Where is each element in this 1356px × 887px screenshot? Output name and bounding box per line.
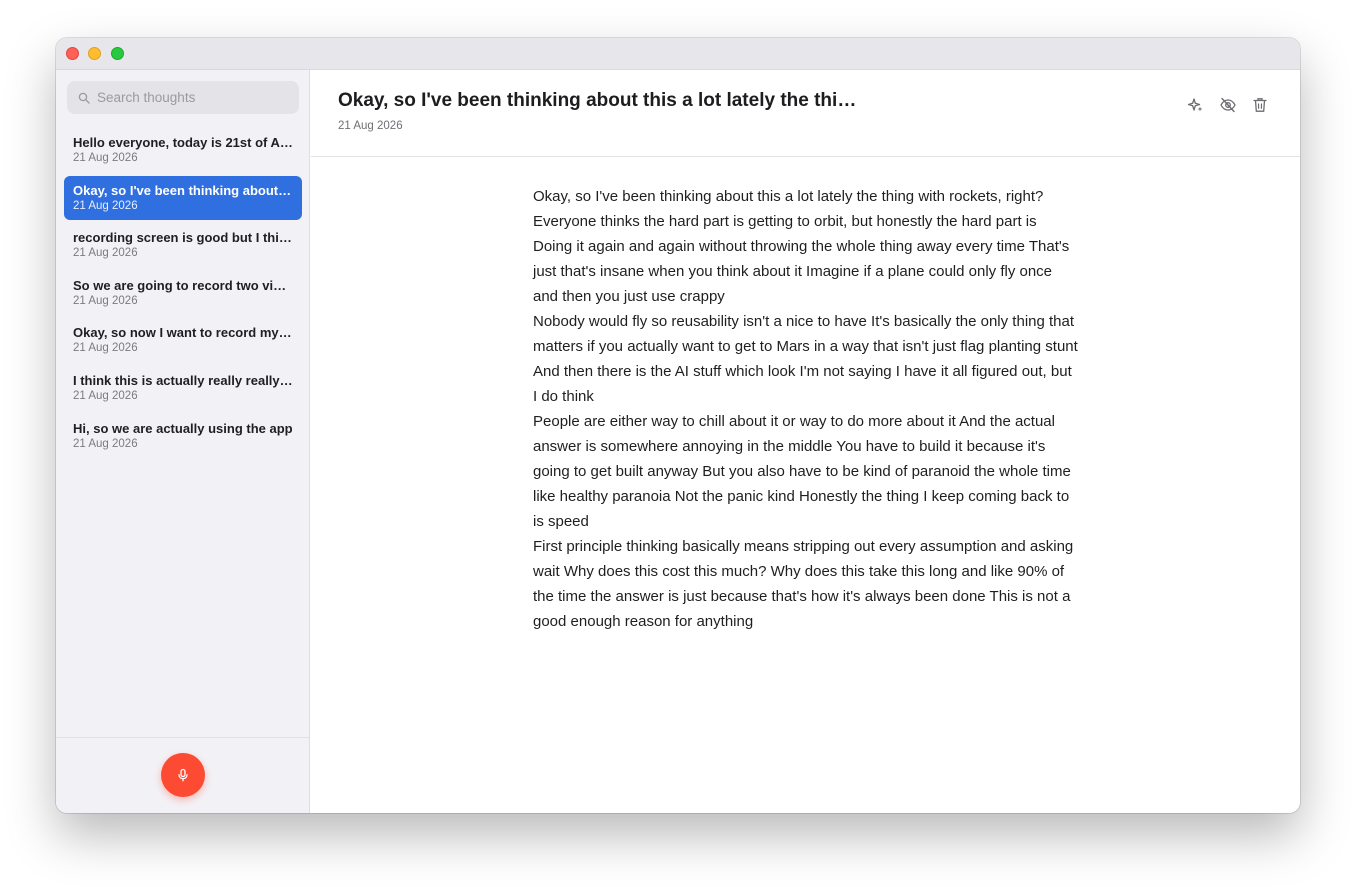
note-date: 21 Aug 2026 xyxy=(338,120,403,132)
eye-slash-icon[interactable] xyxy=(1219,96,1237,114)
sparkles-icon[interactable] xyxy=(1187,96,1205,114)
note-list-item[interactable]: So we are going to record two videos 21 A… xyxy=(64,271,302,315)
note-item-title: I think this is actually really really c… xyxy=(73,372,293,388)
search-box xyxy=(67,81,299,114)
maximize-window-button[interactable] xyxy=(111,47,124,60)
note-list-item[interactable]: I think this is actually really really c… xyxy=(64,366,302,410)
notes-list: Hello everyone, today is 21st of August 2… xyxy=(64,128,302,461)
note-item-date: 21 Aug 2026 xyxy=(73,152,138,164)
note-paragraph: Nobody would fly so reusability isn't a … xyxy=(533,313,1078,405)
minimize-window-button[interactable] xyxy=(88,47,101,60)
note-title: Okay, so I've been thinking about this a… xyxy=(338,90,858,111)
note-item-date: 21 Aug 2026 xyxy=(73,294,138,307)
app-window: Hello everyone, today is 21st of August 2… xyxy=(56,38,1300,813)
note-paragraph: Okay, so I've been thinking about this a… xyxy=(533,188,1070,305)
note-list-item[interactable]: recording screen is good but I think 21 A… xyxy=(64,223,302,267)
note-detail: Okay, so I've been thinking about this a… xyxy=(311,70,1300,813)
sidebar-footer xyxy=(56,737,309,813)
note-list-item[interactable]: Hi, so we are actually using the app 21 A… xyxy=(64,414,302,458)
note-item-title: Hi, so we are actually using the app xyxy=(73,420,293,436)
note-list-item[interactable]: Hello everyone, today is 21st of August 2… xyxy=(64,128,302,172)
note-item-title: Okay, so now I want to record my thought… xyxy=(73,325,293,341)
note-body: Okay, so I've been thinking about this a… xyxy=(533,184,1078,634)
note-item-date: 21 Aug 2026 xyxy=(73,437,138,450)
close-window-button[interactable] xyxy=(66,47,79,60)
microphone-icon xyxy=(178,768,188,782)
sidebar: Hello everyone, today is 21st of August 2… xyxy=(56,70,310,813)
note-item-title: Okay, so I've been thinking about this a… xyxy=(73,182,293,198)
detail-header: Okay, so I've been thinking about this a… xyxy=(311,70,1300,157)
note-item-title: recording screen is good but I think xyxy=(73,230,293,246)
note-list-item[interactable]: Okay, so now I want to record my thought… xyxy=(64,318,302,362)
record-button[interactable] xyxy=(161,753,205,797)
note-item-date: 21 Aug 2026 xyxy=(73,389,138,402)
note-list-item[interactable]: Okay, so I've been thinking about this a… xyxy=(64,175,302,220)
note-paragraph: People are either way to chill about it … xyxy=(533,413,1071,530)
note-paragraph: First principle thinking basically means… xyxy=(533,538,1074,630)
search-input[interactable] xyxy=(97,81,292,114)
title-bar xyxy=(56,38,1300,70)
note-item-title: So we are going to record two videos xyxy=(73,277,293,293)
note-item-date: 21 Aug 2026 xyxy=(73,342,138,355)
trash-icon[interactable] xyxy=(1251,96,1269,114)
search-icon xyxy=(78,92,90,104)
note-item-date: 21 Aug 2026 xyxy=(73,199,138,212)
note-item-date: 21 Aug 2026 xyxy=(73,247,138,260)
note-item-title: Hello everyone, today is 21st of August xyxy=(73,135,293,150)
